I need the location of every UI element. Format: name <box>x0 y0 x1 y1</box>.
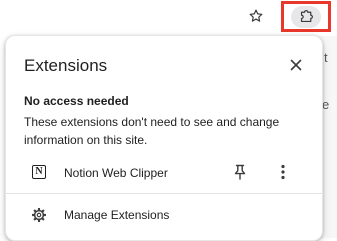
background-text: e <box>322 97 330 112</box>
pin-extension-button[interactable] <box>229 161 251 183</box>
notion-icon: N <box>32 165 46 179</box>
extension-more-button[interactable] <box>272 161 294 183</box>
star-icon <box>249 9 263 22</box>
section-description: These extensions don't need to see and c… <box>24 115 280 147</box>
pin-icon <box>234 164 246 180</box>
extension-item-notion-web-clipper[interactable]: N Notion Web Clipper <box>6 158 322 188</box>
divider <box>6 193 322 194</box>
puzzle-icon <box>300 10 313 23</box>
section-title: No access needed <box>24 94 129 108</box>
bookmark-star-button[interactable] <box>244 4 268 28</box>
manage-extensions-label: Manage Extensions <box>64 208 170 222</box>
extensions-button[interactable] <box>281 1 331 32</box>
close-icon <box>290 59 302 71</box>
browser-toolbar <box>0 0 337 32</box>
popup-title: Extensions <box>24 56 108 75</box>
manage-extensions-item[interactable]: Manage Extensions <box>6 201 322 229</box>
extensions-button-highlight <box>291 5 321 28</box>
extensions-popup: Extensions No access needed These extens… <box>5 35 323 241</box>
more-vertical-icon <box>281 164 285 180</box>
extension-name: Notion Web Clipper <box>64 166 168 180</box>
background-text: t <box>324 50 328 65</box>
gear-icon <box>31 208 46 222</box>
close-button[interactable] <box>285 54 307 76</box>
